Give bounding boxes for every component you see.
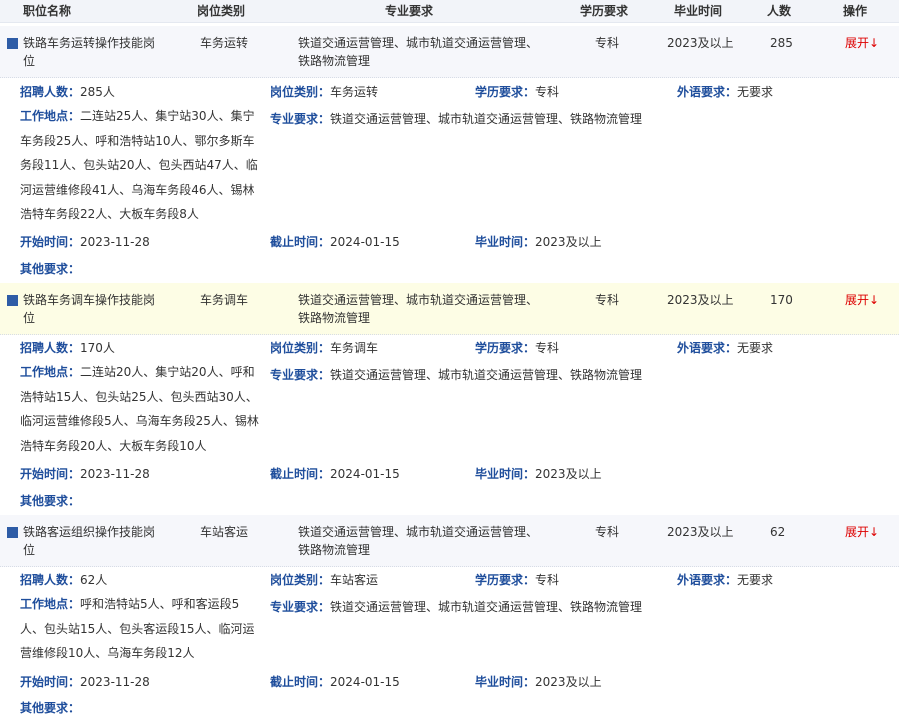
detail-graduation: 毕业时间：2023及以上	[475, 235, 602, 249]
detail-other: 其他要求：	[20, 262, 81, 276]
job-name: 铁路车务调车操作技能岗位	[23, 293, 156, 325]
job-major: 铁道交通运营管理、城市轨道交通运营管理、铁路物流管理	[298, 36, 539, 68]
detail-graduation: 毕业时间：2023及以上	[475, 675, 602, 689]
expand-button[interactable]: 展开↓	[845, 291, 879, 309]
expand-button[interactable]: 展开↓	[845, 523, 879, 541]
detail-language: 外语要求：无要求	[677, 573, 774, 587]
job-name: 铁路客运组织操作技能岗位	[23, 525, 156, 557]
detail-recruit: 招聘人数：170人	[20, 341, 115, 355]
detail-start: 开始时间：2023-11-28	[20, 467, 150, 481]
detail-recruit: 招聘人数：285人	[20, 85, 115, 99]
detail-education: 学历要求：专科	[475, 573, 560, 587]
job-education: 专科	[595, 293, 620, 307]
col-header-count: 人数	[767, 4, 792, 18]
col-header-education: 学历要求	[580, 4, 629, 18]
detail-start: 开始时间：2023-11-28	[20, 235, 150, 249]
col-header-graduation: 毕业时间	[674, 4, 723, 18]
detail-category: 岗位类别：车站客运	[270, 573, 379, 587]
detail-major: 专业要求：铁道交通运营管理、城市轨道交通运营管理、铁路物流管理	[270, 600, 643, 614]
detail-recruit: 招聘人数：62人	[20, 573, 108, 587]
job-count: 62	[770, 525, 786, 539]
job-count: 285	[770, 36, 793, 50]
detail-graduation: 毕业时间：2023及以上	[475, 467, 602, 481]
detail-end: 截止时间：2024-01-15	[270, 235, 400, 249]
detail-end: 截止时间：2024-01-15	[270, 467, 400, 481]
job-name: 铁路车务运转操作技能岗位	[23, 36, 156, 68]
job-graduation: 2023及以上	[667, 525, 734, 539]
job-row[interactable]: 铁路客运组织操作技能岗位 车站客运 铁道交通运营管理、城市轨道交通运营管理、铁路…	[0, 515, 899, 567]
row-marker-icon	[7, 295, 18, 306]
detail-category: 岗位类别：车务调车	[270, 341, 379, 355]
detail-other: 其他要求：	[20, 701, 81, 715]
job-education: 专科	[595, 36, 620, 50]
row-marker-icon	[7, 527, 18, 538]
row-marker-icon	[7, 38, 18, 49]
job-row[interactable]: 铁路车务调车操作技能岗位 车务调车 铁道交通运营管理、城市轨道交通运营管理、铁路…	[0, 283, 899, 335]
job-row[interactable]: 铁路车务运转操作技能岗位 车务运转 铁道交通运营管理、城市轨道交通运营管理、铁路…	[0, 26, 899, 78]
detail-education: 学历要求：专科	[475, 341, 560, 355]
detail-start: 开始时间：2023-11-28	[20, 675, 150, 689]
detail-end: 截止时间：2024-01-15	[270, 675, 400, 689]
job-major: 铁道交通运营管理、城市轨道交通运营管理、铁路物流管理	[298, 525, 539, 557]
detail-major: 专业要求：铁道交通运营管理、城市轨道交通运营管理、铁路物流管理	[270, 112, 643, 126]
detail-location: 工作地点：二连站25人、集宁站30人、集宁车务段25人、呼和浩特站10人、鄂尔多…	[20, 109, 258, 221]
col-header-major: 专业要求	[385, 4, 434, 18]
job-category: 车务运转	[200, 36, 249, 50]
table-header: 职位名称 岗位类别 专业要求 学历要求 毕业时间 人数 操作	[0, 0, 899, 23]
detail-location: 工作地点：呼和浩特站5人、呼和客运段5人、包头站15人、包头客运段15人、临河运…	[20, 597, 255, 660]
detail-education: 学历要求：专科	[475, 85, 560, 99]
detail-other: 其他要求：	[20, 494, 81, 508]
job-graduation: 2023及以上	[667, 36, 734, 50]
detail-major: 专业要求：铁道交通运营管理、城市轨道交通运营管理、铁路物流管理	[270, 368, 643, 382]
job-major: 铁道交通运营管理、城市轨道交通运营管理、铁路物流管理	[298, 293, 539, 325]
expand-button[interactable]: 展开↓	[845, 34, 879, 52]
job-category: 车站客运	[200, 525, 249, 539]
col-header-name: 职位名称	[23, 4, 72, 18]
detail-language: 外语要求：无要求	[677, 85, 774, 99]
detail-language: 外语要求：无要求	[677, 341, 774, 355]
job-category: 车务调车	[200, 293, 249, 307]
job-education: 专科	[595, 525, 620, 539]
detail-category: 岗位类别：车务运转	[270, 85, 379, 99]
job-count: 170	[770, 293, 793, 307]
col-header-category: 岗位类别	[197, 4, 246, 18]
col-header-action: 操作	[843, 4, 868, 18]
detail-location: 工作地点：二连站20人、集宁站20人、呼和浩特站15人、包头站25人、包头西站3…	[20, 365, 259, 453]
job-graduation: 2023及以上	[667, 293, 734, 307]
